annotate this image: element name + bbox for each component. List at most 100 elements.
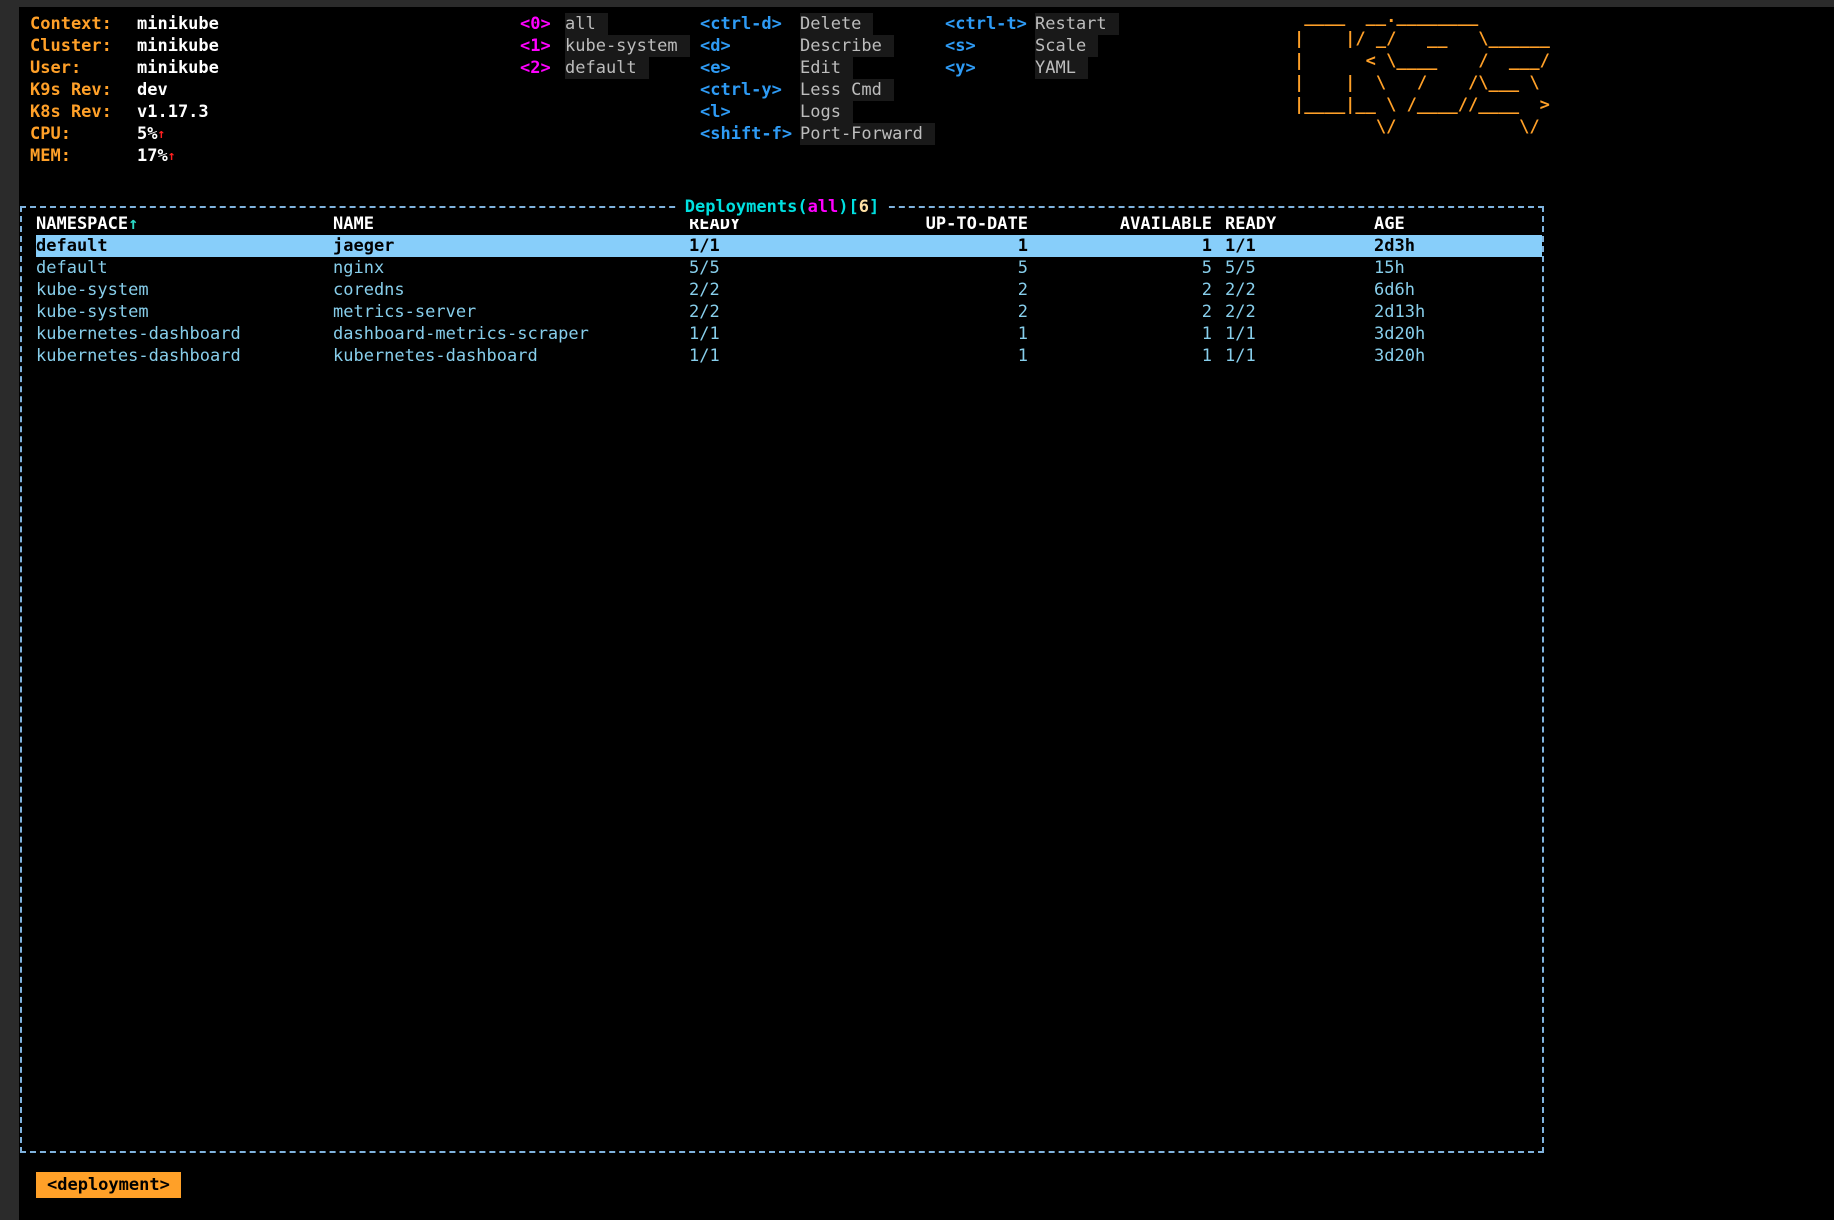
shortcut-key: <0> bbox=[520, 13, 565, 35]
cell-namespace: default bbox=[36, 235, 333, 257]
panel-title-scope: all bbox=[808, 197, 839, 217]
info-value: minikube bbox=[137, 13, 219, 35]
deployments-panel: Deployments(all)[6] NAMESPACE↑ NAME READ… bbox=[20, 206, 1544, 1153]
hotkey-key: <e> bbox=[700, 57, 800, 79]
table-row[interactable]: kubernetes-dashboard dashboard-metrics-s… bbox=[36, 323, 1542, 345]
info-row-k8s-rev: K8s Rev: v1.17.3 bbox=[30, 101, 219, 123]
cell-ready: 2/2 bbox=[689, 279, 839, 301]
shortcut-key: <2> bbox=[520, 57, 565, 79]
cell-age: 3d20h bbox=[1374, 345, 1530, 367]
shortcut-key: <1> bbox=[520, 35, 565, 57]
info-value: dev bbox=[137, 79, 219, 101]
cell-available: 1 bbox=[1028, 345, 1212, 367]
hotkey-less-cmd: <ctrl-y> Less Cmd bbox=[700, 79, 935, 101]
shortcut-label: default bbox=[565, 57, 649, 79]
panel-title-count: 6 bbox=[859, 197, 869, 217]
cluster-info: Context: minikube Cluster: minikube User… bbox=[30, 13, 219, 167]
hotkey-menu-left: <ctrl-d> Delete <d> Describe <e> Edit <c… bbox=[700, 13, 935, 145]
cell-up-to-date: 2 bbox=[839, 279, 1028, 301]
hotkey-key: <l> bbox=[700, 101, 800, 123]
namespace-shortcuts: <0> all <1> kube-system <2> default bbox=[520, 13, 690, 79]
shortcut-label: all bbox=[565, 13, 608, 35]
info-label: User: bbox=[30, 57, 137, 79]
table-row[interactable]: kube-system metrics-server 2/2 2 2 2/2 2… bbox=[36, 301, 1542, 323]
hotkey-key: <d> bbox=[700, 35, 800, 57]
panel-title-resource: Deployments( bbox=[685, 197, 808, 217]
column-header-name[interactable]: NAME bbox=[333, 213, 689, 235]
cell-namespace: kubernetes-dashboard bbox=[36, 345, 333, 367]
info-label: MEM: bbox=[30, 145, 137, 168]
hotkey-key: <ctrl-t> bbox=[945, 13, 1035, 35]
cell-up-to-date: 1 bbox=[839, 345, 1028, 367]
cell-age: 3d20h bbox=[1374, 323, 1530, 345]
cell-ready: 1/1 bbox=[689, 345, 839, 367]
cell-name: jaeger bbox=[333, 235, 689, 257]
hotkey-key: <ctrl-d> bbox=[700, 13, 800, 35]
cell-up-to-date: 5 bbox=[839, 257, 1028, 279]
info-value: minikube bbox=[137, 35, 219, 57]
namespace-shortcut-default: <2> default bbox=[520, 57, 690, 79]
hotkey-key: <s> bbox=[945, 35, 1035, 57]
info-row-cpu: CPU: 5%↑ bbox=[30, 123, 219, 145]
cell-ready2: 2/2 bbox=[1212, 301, 1374, 323]
cell-ready: 1/1 bbox=[689, 323, 839, 345]
deployments-table: NAMESPACE↑ NAME READY UP-TO-DATE AVAILAB… bbox=[22, 208, 1542, 367]
namespace-shortcut-all: <0> all bbox=[520, 13, 690, 35]
cell-namespace: kube-system bbox=[36, 301, 333, 323]
column-header-ready2[interactable]: READY bbox=[1212, 213, 1374, 235]
column-header-namespace[interactable]: NAMESPACE↑ bbox=[36, 213, 333, 235]
cell-ready: 2/2 bbox=[689, 301, 839, 323]
hotkey-label: Restart bbox=[1035, 13, 1119, 35]
hotkey-key: <shift-f> bbox=[700, 123, 800, 145]
cell-age: 15h bbox=[1374, 257, 1530, 279]
cell-age: 6d6h bbox=[1374, 279, 1530, 301]
info-value: minikube bbox=[137, 57, 219, 79]
resource-crumb[interactable]: <deployment> bbox=[36, 1172, 181, 1198]
table-row[interactable]: kube-system coredns 2/2 2 2 2/2 6d6h bbox=[36, 279, 1542, 301]
info-label: CPU: bbox=[30, 123, 137, 146]
table-row[interactable]: kubernetes-dashboard kubernetes-dashboar… bbox=[36, 345, 1542, 367]
cell-namespace: kubernetes-dashboard bbox=[36, 323, 333, 345]
trend-up-icon: ↑ bbox=[157, 127, 165, 142]
hotkey-label: Edit bbox=[800, 57, 853, 79]
cell-namespace: default bbox=[36, 257, 333, 279]
hotkey-delete: <ctrl-d> Delete bbox=[700, 13, 935, 35]
hotkey-label: Logs bbox=[800, 101, 853, 123]
cell-up-to-date: 1 bbox=[839, 323, 1028, 345]
cell-available: 5 bbox=[1028, 257, 1212, 279]
hotkey-edit: <e> Edit bbox=[700, 57, 935, 79]
cell-available: 1 bbox=[1028, 235, 1212, 257]
info-value: v1.17.3 bbox=[137, 101, 219, 123]
cell-age: 2d13h bbox=[1374, 301, 1530, 323]
cell-ready2: 2/2 bbox=[1212, 279, 1374, 301]
info-label: Context: bbox=[30, 13, 137, 35]
cell-up-to-date: 1 bbox=[839, 235, 1028, 257]
cell-available: 2 bbox=[1028, 301, 1212, 323]
cell-ready: 5/5 bbox=[689, 257, 839, 279]
namespace-shortcut-kube-system: <1> kube-system bbox=[520, 35, 690, 57]
table-row-selected[interactable]: default jaeger 1/1 1 1 1/1 2d3h bbox=[36, 235, 1542, 257]
hotkey-label: YAML bbox=[1035, 57, 1088, 79]
info-row-cluster: Cluster: minikube bbox=[30, 35, 219, 57]
hotkey-label: Less Cmd bbox=[800, 79, 894, 101]
hotkey-label: Scale bbox=[1035, 35, 1098, 57]
cell-up-to-date: 2 bbox=[839, 301, 1028, 323]
hotkey-label: Delete bbox=[800, 13, 873, 35]
info-row-user: User: minikube bbox=[30, 57, 219, 79]
table-row[interactable]: default nginx 5/5 5 5 5/5 15h bbox=[36, 257, 1542, 279]
cell-ready: 1/1 bbox=[689, 235, 839, 257]
column-header-available[interactable]: AVAILABLE bbox=[1028, 213, 1212, 235]
mem-value: 17%↑ bbox=[137, 145, 219, 168]
k9s-logo: ____ __.________ | |/ _/ __ \______ | < … bbox=[1294, 6, 1550, 138]
window-edge-top bbox=[0, 0, 1834, 7]
cell-name: metrics-server bbox=[333, 301, 689, 323]
trend-up-icon: ↑ bbox=[168, 149, 176, 164]
column-header-age[interactable]: AGE bbox=[1374, 213, 1530, 235]
cpu-value: 5%↑ bbox=[137, 123, 219, 146]
info-row-context: Context: minikube bbox=[30, 13, 219, 35]
window-edge-left bbox=[0, 0, 19, 1220]
hotkey-key: <y> bbox=[945, 57, 1035, 79]
info-label: K9s Rev: bbox=[30, 79, 137, 101]
hotkey-scale: <s> Scale bbox=[945, 35, 1119, 57]
cell-available: 2 bbox=[1028, 279, 1212, 301]
